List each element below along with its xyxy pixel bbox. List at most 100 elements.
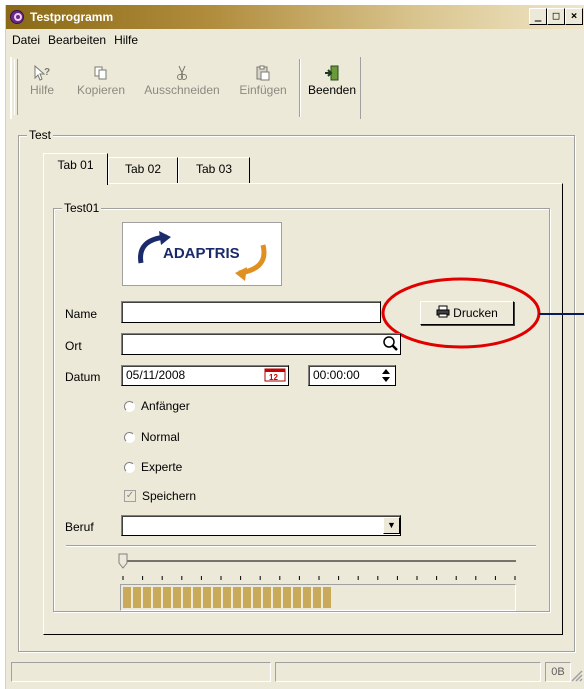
- svg-text:?: ?: [44, 67, 50, 78]
- menu-hilfe[interactable]: Hilfe: [110, 33, 142, 47]
- tab-03-label: Tab 03: [195, 162, 233, 176]
- scissors-icon: [174, 65, 190, 83]
- toolbar: ? Hilfe Kopieren Ausschneiden Einfügen B…: [10, 57, 361, 119]
- toolbar-kopieren-button[interactable]: Kopieren: [68, 57, 134, 113]
- group-test01-label: Test01: [62, 201, 102, 215]
- paste-icon: [255, 65, 271, 83]
- toolbar-beenden-label: Beenden: [307, 83, 357, 97]
- status-bar: 0B: [11, 660, 584, 684]
- menu-bearbeiten[interactable]: Bearbeiten: [44, 33, 110, 47]
- progress-block: [213, 587, 221, 608]
- group-test-label: Test: [27, 128, 54, 142]
- progress-block: [223, 587, 231, 608]
- ort-field[interactable]: [121, 333, 401, 355]
- tab-03[interactable]: Tab 03: [178, 157, 250, 183]
- date-value: 05/11/2008: [126, 368, 186, 382]
- radio-anfaenger-label: Anfänger: [141, 399, 190, 413]
- progress-block: [293, 587, 301, 608]
- toolbar-hilfe-button[interactable]: ? Hilfe: [16, 57, 68, 113]
- radio-experte-label: Experte: [141, 460, 183, 474]
- toolbar-kopieren-label: Kopieren: [76, 83, 126, 97]
- progress-bar: [120, 584, 516, 611]
- spinner-arrows-icon: [382, 369, 390, 382]
- toolbar-beenden-button[interactable]: Beenden: [304, 57, 360, 113]
- progress-block: [313, 587, 321, 608]
- tab-01[interactable]: Tab 01: [43, 153, 108, 185]
- progress-block: [273, 587, 281, 608]
- checkbox-speichern[interactable]: ✓ Speichern: [124, 489, 196, 503]
- datum-label: Datum: [65, 370, 101, 384]
- radio-anfaenger-circle[interactable]: [124, 400, 135, 412]
- resize-grip-icon[interactable]: [569, 668, 583, 682]
- help-pointer-icon: ?: [33, 64, 51, 83]
- slider-track: [118, 553, 516, 580]
- progress-fill: [123, 587, 331, 608]
- radio-experte-circle[interactable]: [124, 461, 135, 473]
- name-label: Name: [65, 307, 98, 321]
- tab-02[interactable]: Tab 02: [108, 157, 178, 183]
- calendar-icon[interactable]: 12: [264, 367, 286, 383]
- progress-block: [173, 587, 181, 608]
- minimize-button[interactable]: _: [529, 8, 547, 25]
- progress-block: [153, 587, 161, 608]
- status-pane-1: [11, 662, 271, 682]
- tab-01-label: Tab 01: [57, 158, 94, 172]
- chevron-down-icon[interactable]: ▼: [383, 517, 400, 534]
- tab-02-label: Tab 02: [124, 162, 162, 176]
- copy-icon: [93, 65, 109, 83]
- window-controls: _ □ ×: [529, 8, 583, 25]
- toolbar-einfuegen-label: Einfügen: [239, 83, 287, 97]
- title-bar[interactable]: Testprogramm _ □ ×: [6, 5, 584, 29]
- svg-text:12: 12: [269, 373, 278, 382]
- time-value: 00:00:00: [313, 368, 360, 382]
- progress-block: [163, 587, 171, 608]
- toolbar-hilfe-label: Hilfe: [29, 83, 54, 97]
- checkbox-speichern-box[interactable]: ✓: [124, 490, 136, 502]
- toolbar-ausschneiden-label: Ausschneiden: [144, 83, 220, 97]
- radio-normal[interactable]: Normal: [124, 430, 180, 444]
- progress-block: [283, 587, 291, 608]
- progress-block: [303, 587, 311, 608]
- highlight-annotation: [381, 277, 584, 349]
- logo-text: ADAPTRIS: [163, 245, 240, 262]
- ort-label: Ort: [65, 339, 82, 353]
- radio-normal-label: Normal: [141, 430, 180, 444]
- toolbar-separator: [299, 59, 301, 117]
- menu-datei[interactable]: Datei: [8, 33, 44, 47]
- separator: [66, 545, 536, 547]
- toolbar-einfuegen-button[interactable]: Einfügen: [230, 57, 296, 113]
- checkbox-speichern-label: Speichern: [142, 489, 197, 503]
- time-spinner[interactable]: [379, 367, 393, 384]
- progress-block: [323, 587, 331, 608]
- search-icon[interactable]: [381, 335, 399, 353]
- beruf-label: Beruf: [65, 520, 94, 534]
- close-button[interactable]: ×: [565, 8, 583, 25]
- radio-normal-circle[interactable]: [124, 431, 135, 443]
- toolbar-ausschneiden-button[interactable]: Ausschneiden: [134, 57, 230, 113]
- progress-block: [233, 587, 241, 608]
- progress-block: [263, 587, 271, 608]
- radio-experte[interactable]: Experte: [124, 460, 182, 474]
- name-field[interactable]: [121, 301, 381, 323]
- slider[interactable]: [118, 551, 520, 581]
- maximize-button[interactable]: □: [547, 8, 565, 25]
- main-window: Testprogramm _ □ × Datei Bearbeiten Hilf…: [5, 5, 584, 689]
- progress-block: [243, 587, 251, 608]
- window-title: Testprogramm: [30, 10, 114, 24]
- slider-thumb[interactable]: [118, 553, 128, 569]
- progress-block: [133, 587, 141, 608]
- progress-block: [183, 587, 191, 608]
- menu-bar: Datei Bearbeiten Hilfe: [6, 30, 142, 50]
- adaptris-logo: ADAPTRIS: [122, 222, 282, 286]
- beruf-dropdown[interactable]: [121, 515, 401, 536]
- exit-door-icon: [324, 65, 340, 83]
- progress-block: [253, 587, 261, 608]
- status-pane-2: [275, 662, 541, 682]
- progress-block: [123, 587, 131, 608]
- progress-block: [193, 587, 201, 608]
- radio-anfaenger[interactable]: Anfänger: [124, 399, 190, 413]
- progress-block: [203, 587, 211, 608]
- app-icon[interactable]: [10, 10, 24, 24]
- progress-block: [143, 587, 151, 608]
- status-indicator: 0B: [545, 662, 571, 682]
